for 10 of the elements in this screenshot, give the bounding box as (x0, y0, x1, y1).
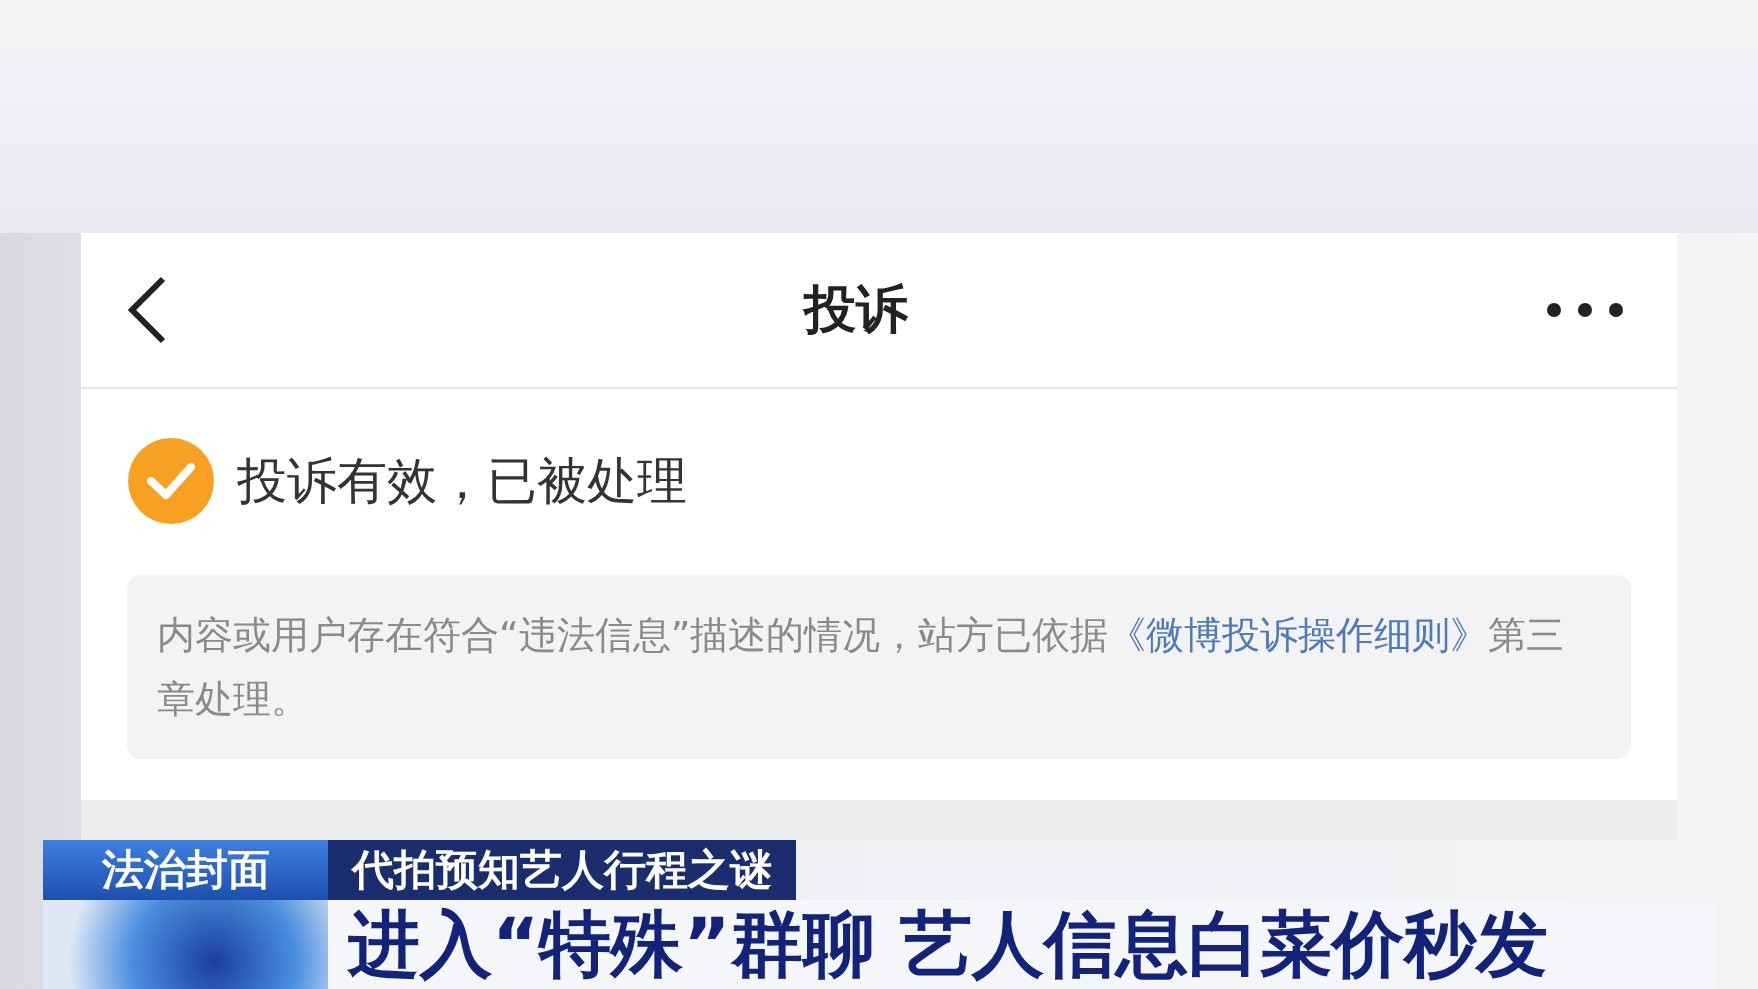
status-message: 投诉有效，已被处理 (237, 450, 687, 512)
check-icon (127, 437, 215, 525)
page-title: 投诉 (804, 278, 908, 341)
rules-link[interactable]: 《微博投诉操作细则》 (1108, 613, 1489, 657)
back-icon[interactable] (127, 276, 167, 344)
topic-label: 代拍预知艺人行程之谜 (328, 840, 796, 900)
more-icon[interactable] (1545, 301, 1625, 319)
notice-text: 内容或用户存在符合“违法信息”描述的情况，站方已依据《微博投诉操作细则》第三章处理。 (157, 612, 1566, 723)
headline-text: 进入“特殊”群聊 艺人信息白菜价秒发 (328, 900, 1715, 989)
program-label: 法治封面 (43, 840, 328, 900)
